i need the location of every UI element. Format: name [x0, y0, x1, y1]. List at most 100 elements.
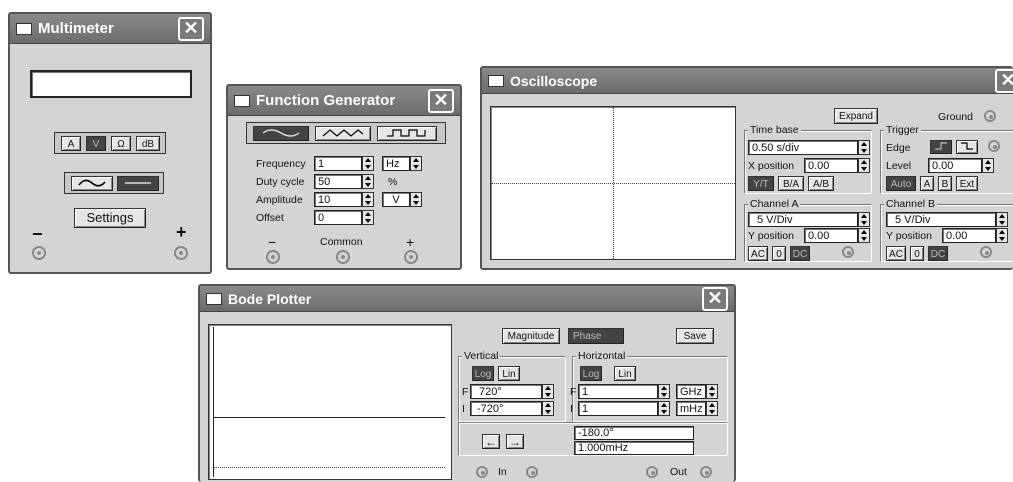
triangle-wave-button[interactable]	[315, 126, 371, 141]
negative-terminal[interactable]	[32, 246, 46, 260]
x-position-stepper[interactable]	[858, 158, 870, 173]
cursor-right-button[interactable]: →	[506, 434, 524, 449]
ba-mode-button[interactable]: B/A	[778, 176, 804, 191]
frequency-unit-stepper[interactable]	[410, 156, 422, 171]
ground-terminal[interactable]	[984, 110, 996, 122]
horizontal-initial-unit-stepper[interactable]	[706, 401, 718, 416]
channel-b-y-position-input[interactable]: 0.00	[942, 228, 996, 243]
mode-decibel-button[interactable]: dB	[136, 136, 160, 151]
bode-plotter-titlebar[interactable]: Bode Plotter ✕	[200, 286, 734, 312]
channel-b-terminal[interactable]	[980, 246, 992, 258]
save-button[interactable]: Save	[676, 328, 714, 344]
ab-mode-button[interactable]: A/B	[808, 176, 834, 191]
duty-cycle-stepper[interactable]	[362, 174, 374, 189]
channel-a-zero-button[interactable]: 0	[772, 246, 786, 261]
amplitude-stepper[interactable]	[362, 192, 374, 207]
negative-terminal-label: −	[268, 234, 277, 250]
trigger-auto-button[interactable]: Auto	[886, 176, 916, 191]
phase-trace	[213, 417, 445, 418]
channel-a-scale-stepper[interactable]	[858, 212, 870, 227]
positive-terminal[interactable]	[404, 250, 418, 264]
settings-button[interactable]: Settings	[74, 208, 146, 228]
trigger-terminal[interactable]	[988, 140, 1000, 152]
vertical-final-input[interactable]: 720°	[470, 384, 542, 399]
offset-stepper[interactable]	[362, 210, 374, 225]
horizontal-final-stepper[interactable]	[658, 384, 670, 399]
expand-button[interactable]: Expand	[834, 108, 878, 124]
channel-a-y-position-stepper[interactable]	[858, 228, 870, 243]
ac-mode-button[interactable]	[71, 176, 113, 191]
horizontal-initial-stepper[interactable]	[658, 401, 670, 416]
offset-input[interactable]: 0	[314, 210, 362, 225]
trigger-b-button[interactable]: B	[938, 176, 952, 191]
vertical-final-stepper[interactable]	[542, 384, 554, 399]
close-icon[interactable]: ✕	[428, 88, 454, 113]
in-positive-terminal[interactable]	[526, 466, 538, 478]
in-negative-terminal[interactable]	[476, 466, 488, 478]
frequency-input[interactable]: 1	[314, 156, 362, 171]
x-position-input[interactable]: 0.00	[804, 158, 858, 173]
horizontal-log-button[interactable]: Log	[580, 366, 602, 381]
rising-edge-button[interactable]	[930, 140, 952, 154]
horizontal-final-unit[interactable]: GHz	[676, 384, 706, 399]
trigger-ext-button[interactable]: Ext	[956, 176, 978, 191]
horizontal-final-label: F	[570, 386, 577, 398]
channel-b-y-position-stepper[interactable]	[996, 228, 1008, 243]
phase-button[interactable]: Phase	[568, 328, 624, 344]
mode-ammeter-button[interactable]: A	[61, 136, 81, 151]
horizontal-initial-unit[interactable]: mHz	[676, 401, 706, 416]
positive-terminal-label: +	[176, 222, 187, 242]
time-base-stepper[interactable]	[858, 140, 870, 155]
level-input[interactable]: 0.00	[928, 158, 982, 173]
vertical-initial-input[interactable]: -720°	[470, 401, 542, 416]
square-wave-button[interactable]	[377, 126, 437, 141]
amplitude-unit-stepper[interactable]	[410, 192, 422, 207]
multimeter-titlebar[interactable]: Multimeter ✕	[10, 14, 210, 44]
amplitude-input[interactable]: 10	[314, 192, 362, 207]
oscilloscope-titlebar[interactable]: Oscilloscope ✕	[482, 68, 1013, 94]
amplitude-unit-select[interactable]: V	[382, 192, 410, 207]
out-positive-terminal[interactable]	[700, 466, 712, 478]
channel-b-scale-input[interactable]: 5 V/Div	[886, 212, 996, 227]
close-icon[interactable]: ✕	[702, 286, 728, 311]
duty-cycle-input[interactable]: 50	[314, 174, 362, 189]
frequency-unit-select[interactable]: Hz	[382, 156, 410, 171]
channel-a-scale-input[interactable]: 5 V/Div	[748, 212, 858, 227]
vertical-initial-stepper[interactable]	[542, 401, 554, 416]
falling-edge-button[interactable]	[956, 140, 978, 154]
common-terminal[interactable]	[336, 250, 350, 264]
horizontal-lin-button[interactable]: Lin	[614, 366, 636, 381]
trigger-a-button[interactable]: A	[920, 176, 934, 191]
level-stepper[interactable]	[982, 158, 994, 173]
channel-b-zero-button[interactable]: 0	[910, 246, 924, 261]
close-icon[interactable]: ✕	[178, 16, 204, 41]
function-generator-titlebar[interactable]: Function Generator ✕	[228, 86, 460, 116]
cursor-left-button[interactable]: ←	[482, 434, 500, 449]
vertical-log-button[interactable]: Log	[472, 366, 494, 381]
dc-mode-button[interactable]	[117, 176, 159, 191]
yt-mode-button[interactable]: Y/T	[748, 176, 774, 191]
channel-b-ac-button[interactable]: AC	[886, 246, 906, 261]
channel-a-terminal[interactable]	[842, 246, 854, 258]
out-negative-terminal[interactable]	[646, 466, 658, 478]
frequency-stepper[interactable]	[362, 156, 374, 171]
horizontal-final-input[interactable]: 1	[578, 384, 658, 399]
channel-a-ac-button[interactable]: AC	[748, 246, 768, 261]
time-base-title: Time base	[748, 124, 801, 136]
time-base-input[interactable]: 0.50 s/div	[748, 140, 858, 155]
close-icon[interactable]: ✕	[995, 68, 1013, 93]
window-icon	[488, 74, 504, 87]
horizontal-final-unit-stepper[interactable]	[706, 384, 718, 399]
horizontal-initial-input[interactable]: 1	[578, 401, 658, 416]
channel-a-y-position-input[interactable]: 0.00	[804, 228, 858, 243]
positive-terminal[interactable]	[174, 246, 188, 260]
channel-a-dc-button[interactable]: DC	[790, 246, 810, 261]
magnitude-button[interactable]: Magnitude	[502, 328, 560, 344]
vertical-lin-button[interactable]: Lin	[498, 366, 520, 381]
channel-b-dc-button[interactable]: DC	[928, 246, 948, 261]
channel-b-scale-stepper[interactable]	[996, 212, 1008, 227]
mode-voltmeter-button[interactable]: V	[86, 136, 106, 151]
sine-wave-button[interactable]	[253, 126, 309, 141]
negative-terminal[interactable]	[266, 250, 280, 264]
mode-ohmmeter-button[interactable]: Ω	[111, 136, 131, 151]
